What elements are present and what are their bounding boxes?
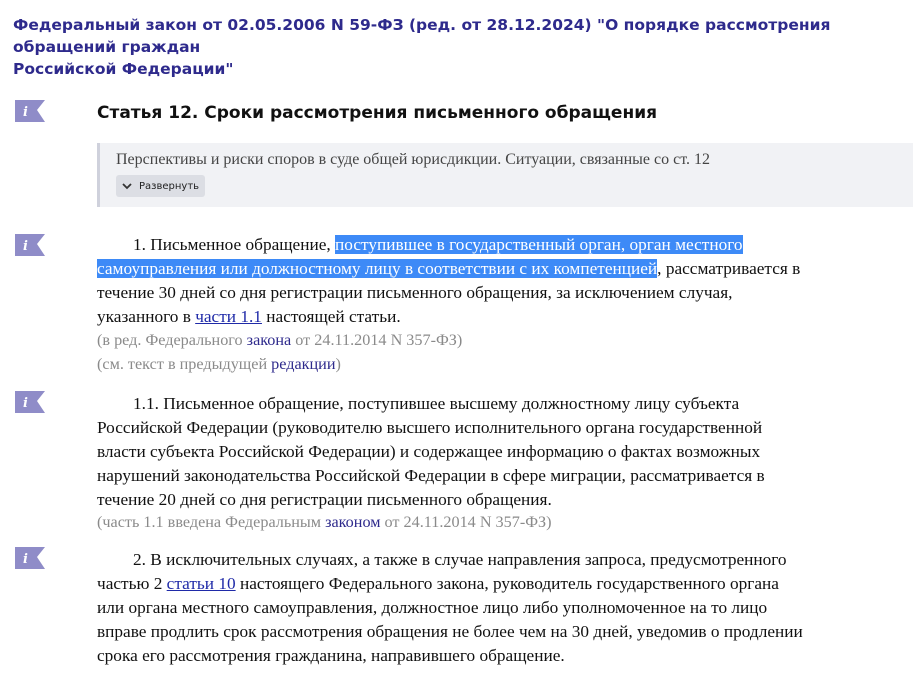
paragraph-line: 1. Письменное обращение, поступившее в г… xyxy=(97,233,917,257)
paragraph-line: нарушений законодательства Российской Фе… xyxy=(97,466,765,485)
related-practice-box: Перспективы и риски споров в суде общей … xyxy=(97,143,913,207)
document-title-line2: Российской Федерации" xyxy=(13,60,234,78)
text-run: (см. текст в предыдущей xyxy=(97,355,272,373)
text-run: настоящей статьи. xyxy=(261,307,401,326)
text-run: ) xyxy=(335,355,341,373)
text-run: (в ред. Федерального xyxy=(97,331,247,349)
svg-text:i: i xyxy=(23,396,28,411)
edition-link[interactable]: редакции xyxy=(271,355,335,373)
paragraph-line: Российской Федерации (руководителю высше… xyxy=(97,418,763,437)
text-run: 1. Письменное обращение, xyxy=(133,235,336,254)
text-run: частью 2 xyxy=(97,574,167,593)
paragraph-line: частью 2 статьи 10 настоящего Федерально… xyxy=(97,572,917,596)
previous-edition-note: (см. текст в предыдущей редакции) xyxy=(97,353,341,375)
svg-text:i: i xyxy=(23,105,28,120)
text-run: настоящего Федерального закона, руководи… xyxy=(235,574,779,593)
text-run: от 24.11.2014 N 357-ФЗ) xyxy=(380,513,552,531)
law-link[interactable]: законом xyxy=(325,513,380,531)
expand-button-label: Развернуть xyxy=(139,180,200,192)
paragraph-line: самоуправления или должностному лицу в с… xyxy=(97,257,917,281)
article-10-link[interactable]: статьи 10 xyxy=(167,574,236,593)
paragraph-line: указанного в части 1.1 настоящей статьи. xyxy=(97,305,917,329)
paragraph-line: 2. В исключительных случаях, а также в с… xyxy=(133,550,787,569)
paragraph-line: власти субъекта Российской Федерации) и … xyxy=(97,442,761,461)
paragraph-line: или органа местного самоуправления, долж… xyxy=(97,598,768,617)
svg-text:i: i xyxy=(23,239,28,254)
selected-text[interactable]: поступившее в государственный орган, орг… xyxy=(335,235,743,254)
text-run: (часть 1.1 введена Федеральным xyxy=(97,513,326,531)
amendment-note: (в ред. Федерального закона от 24.11.201… xyxy=(97,329,462,351)
amendment-note: (часть 1.1 введена Федеральным законом о… xyxy=(97,511,552,533)
part-1-1-link[interactable]: части 1.1 xyxy=(195,307,262,326)
paragraph-line: срока его рассмотрения гражданина, напра… xyxy=(97,646,565,665)
article-heading: Статья 12. Сроки рассмотрения письменног… xyxy=(97,103,658,123)
info-icon[interactable]: i xyxy=(13,389,47,415)
svg-text:i: i xyxy=(23,552,28,567)
paragraph-1-1: 1.1. Письменное обращение, поступившее в… xyxy=(97,392,917,512)
paragraph-line: течение 30 дней со дня регистрации письм… xyxy=(97,283,733,302)
text-run: от 24.11.2014 N 357-ФЗ) xyxy=(291,331,463,349)
paragraph-line: вправе продлить срок рассмотрения обраще… xyxy=(97,622,803,641)
paragraph-2: 2. В исключительных случаях, а также в с… xyxy=(97,548,917,668)
expand-button[interactable]: Развернуть xyxy=(116,175,206,197)
paragraph-line: 1.1. Письменное обращение, поступившее в… xyxy=(133,394,740,413)
text-run: , рассматривается в xyxy=(657,259,801,278)
text-run: указанного в xyxy=(97,307,196,326)
paragraph-1: 1. Письменное обращение, поступившее в г… xyxy=(97,233,917,329)
info-icon[interactable]: i xyxy=(13,232,47,258)
related-practice-text: Перспективы и риски споров в суде общей … xyxy=(116,151,710,168)
paragraph-line: течение 20 дней со дня регистрации письм… xyxy=(97,490,552,509)
law-link[interactable]: закона xyxy=(247,331,292,349)
info-icon[interactable]: i xyxy=(13,545,47,571)
info-icon[interactable]: i xyxy=(13,98,47,124)
document-title: Федеральный закон от 02.05.2006 N 59-ФЗ … xyxy=(13,14,913,80)
document-title-line1: Федеральный закон от 02.05.2006 N 59-ФЗ … xyxy=(13,16,831,56)
chevron-down-icon xyxy=(122,183,132,190)
selected-text[interactable]: самоуправления или должностному лицу в с… xyxy=(97,259,658,278)
